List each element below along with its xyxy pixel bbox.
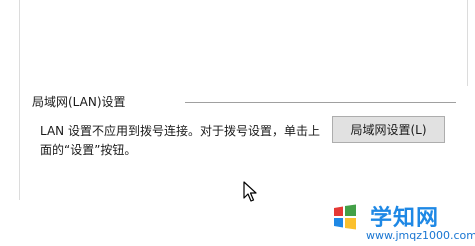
watermark: 学知网 www.jmqz1000.com — [326, 196, 475, 246]
lan-group-title: 局域网(LAN)设置 — [32, 95, 126, 109]
lan-settings-button[interactable]: 局域网设置(L) — [332, 116, 445, 143]
lan-description: LAN 设置不应用到拨号连接。对于拨号设置，单击上面的“设置”按钮。 — [40, 124, 320, 157]
mouse-pointer-icon — [243, 181, 257, 202]
watermark-name: 学知网 — [370, 206, 440, 231]
panel-edge-right — [467, 0, 475, 86]
group-divider — [185, 102, 456, 103]
watermark-url: www.jmqz1000.com — [366, 229, 475, 242]
panel-edge-left — [0, 0, 20, 200]
internet-options-dialog: 局域网(LAN)设置 LAN 设置不应用到拨号连接。对于拨号设置，单击上面的“设… — [0, 0, 475, 246]
windows-logo-icon — [327, 199, 363, 235]
